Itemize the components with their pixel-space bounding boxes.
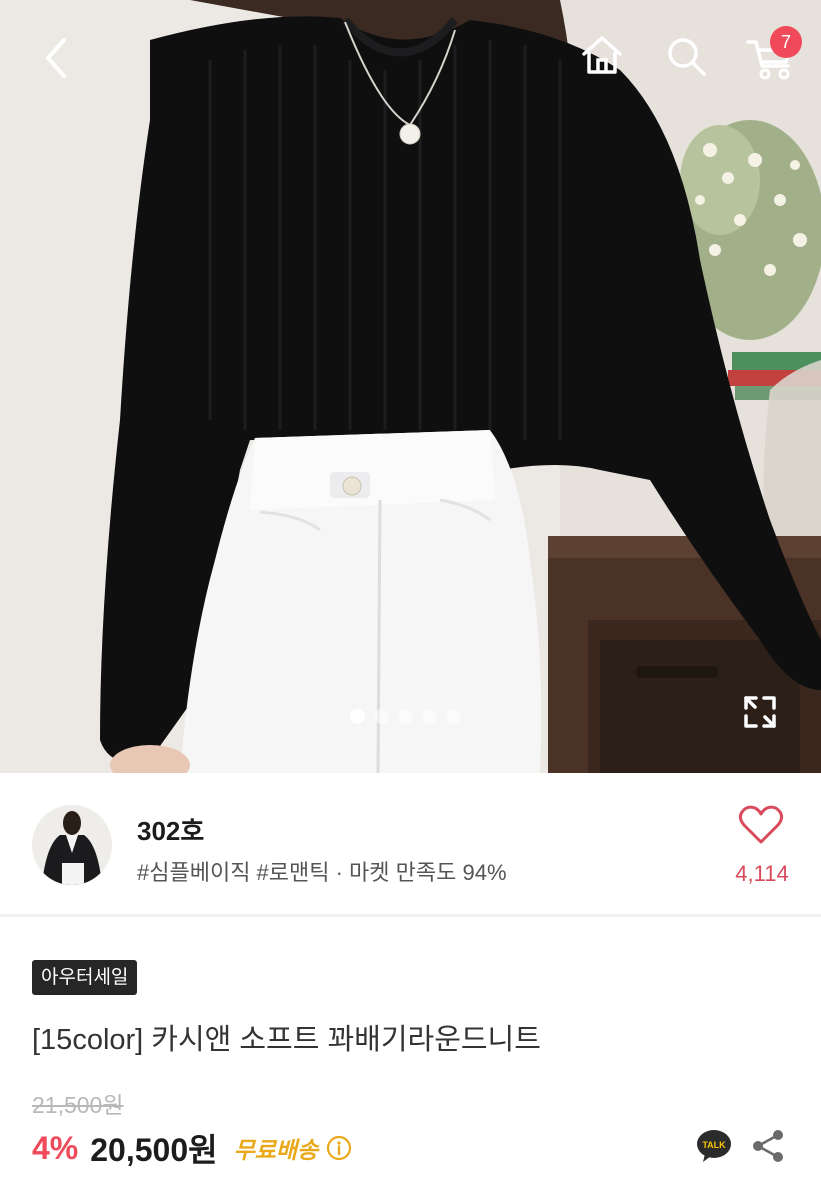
home-icon — [582, 36, 622, 74]
fullscreen-button[interactable] — [740, 692, 780, 732]
shop-avatar-image — [32, 805, 112, 885]
carousel-indicator — [350, 709, 461, 725]
shop-info-row: 302호 #심플베이직 #로맨틱 · 마켓 만족도 94% 4,114 — [0, 773, 821, 915]
shop-avatar[interactable] — [32, 805, 112, 885]
product-title: [15color] 카시앤 소프트 꽈배기라운드니트 — [32, 1024, 541, 1056]
discount-rate: 4% — [32, 1129, 79, 1166]
free-shipping-label: 무료배송 — [233, 1137, 319, 1163]
shop-name[interactable]: 302호 — [137, 811, 204, 848]
heart-icon — [738, 805, 784, 844]
original-price: 21,500원 — [32, 1092, 124, 1118]
talk-icon: TALK — [697, 1130, 731, 1162]
sale-badge: 아우터세일 — [32, 960, 138, 995]
sale-price: 20,500원 — [90, 1132, 218, 1168]
home-button[interactable] — [578, 32, 626, 80]
carousel-dot[interactable] — [350, 709, 365, 724]
price-row: 4% 20,500원 무료배송 — [32, 1126, 352, 1170]
kakao-talk-button[interactable]: TALK — [696, 1128, 732, 1164]
chevron-left-icon — [46, 38, 66, 78]
info-icon[interactable] — [326, 1135, 352, 1161]
share-button[interactable] — [750, 1128, 786, 1164]
shop-tags-satisfaction: #심플베이직 #로맨틱 · 마켓 만족도 94% — [137, 860, 507, 885]
carousel-dot[interactable] — [398, 709, 413, 724]
like-button[interactable] — [738, 804, 784, 846]
back-button[interactable] — [36, 34, 76, 82]
product-photo — [0, 0, 821, 773]
cart-count-badge: 7 — [770, 26, 802, 58]
talk-label: TALK — [702, 1140, 726, 1150]
product-image-carousel[interactable]: 7 — [0, 0, 821, 773]
search-icon — [668, 38, 706, 76]
search-button[interactable] — [662, 32, 710, 80]
carousel-dot[interactable] — [422, 709, 437, 724]
share-icon — [753, 1130, 783, 1162]
expand-icon — [744, 696, 776, 728]
section-divider — [0, 914, 821, 917]
carousel-dot[interactable] — [446, 709, 461, 724]
carousel-dot[interactable] — [374, 709, 389, 724]
like-count: 4,114 — [735, 861, 789, 886]
